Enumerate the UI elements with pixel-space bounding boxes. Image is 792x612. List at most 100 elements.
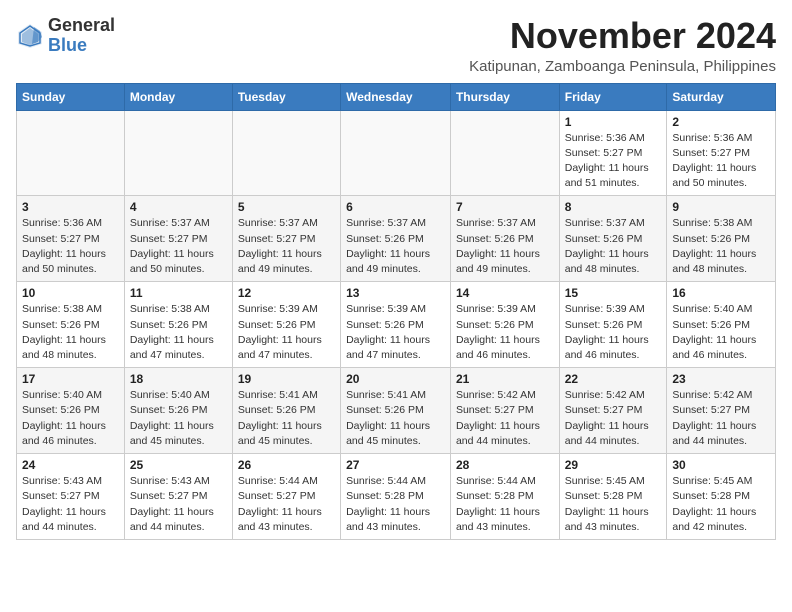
calendar-cell (450, 110, 559, 196)
day-number: 25 (130, 458, 227, 472)
weekday-header-row: SundayMondayTuesdayWednesdayThursdayFrid… (17, 83, 776, 110)
calendar-cell: 7Sunrise: 5:37 AM Sunset: 5:26 PM Daylig… (450, 196, 559, 282)
calendar-cell: 1 Sunrise: 5:36 AM Sunset: 5:27 PM Daylig… (559, 110, 667, 196)
day-info: Sunrise: 5:41 AM Sunset: 5:26 PM Dayligh… (238, 388, 335, 449)
day-info: Sunrise: 5:40 AM Sunset: 5:26 PM Dayligh… (672, 302, 770, 363)
calendar-cell: 17 Sunrise: 5:40 AM Sunset: 5:26 PM Dayli… (17, 368, 125, 454)
day-info: Sunrise: 5:37 AM Sunset: 5:27 PM Dayligh… (130, 216, 227, 277)
day-number: 5 (238, 200, 335, 214)
logo: General Blue (16, 16, 115, 56)
week-row-4: 17 Sunrise: 5:40 AM Sunset: 5:26 PM Dayli… (17, 368, 776, 454)
calendar-cell: 30 Sunrise: 5:45 AM Sunset: 5:28 PM Dayli… (667, 454, 776, 540)
day-info: Sunrise: 5:42 AM Sunset: 5:27 PM Dayligh… (565, 388, 662, 449)
day-number: 26 (238, 458, 335, 472)
day-number: 14 (456, 286, 554, 300)
calendar-cell: 6Sunrise: 5:37 AM Sunset: 5:26 PM Daylig… (341, 196, 451, 282)
week-row-5: 24 Sunrise: 5:43 AM Sunset: 5:27 PM Dayli… (17, 454, 776, 540)
title-area: November 2024 Katipunan, Zamboanga Penin… (469, 16, 776, 75)
day-info: Sunrise: 5:44 AM Sunset: 5:28 PM Dayligh… (346, 474, 445, 535)
day-info: Sunrise: 5:43 AM Sunset: 5:27 PM Dayligh… (22, 474, 119, 535)
day-number: 16 (672, 286, 770, 300)
day-number: 1 (565, 115, 662, 129)
calendar-cell: 18Sunrise: 5:40 AM Sunset: 5:26 PM Dayli… (124, 368, 232, 454)
day-info: Sunrise: 5:37 AM Sunset: 5:26 PM Dayligh… (456, 216, 554, 277)
calendar-cell: 15 Sunrise: 5:39 AM Sunset: 5:26 PM Dayli… (559, 282, 667, 368)
header: General Blue November 2024 Katipunan, Za… (16, 16, 776, 75)
calendar-cell: 23 Sunrise: 5:42 AM Sunset: 5:27 PM Dayli… (667, 368, 776, 454)
subtitle: Katipunan, Zamboanga Peninsula, Philippi… (469, 58, 776, 75)
day-number: 30 (672, 458, 770, 472)
calendar-cell: 3Sunrise: 5:36 AM Sunset: 5:27 PM Daylig… (17, 196, 125, 282)
calendar-cell: 10 Sunrise: 5:38 AM Sunset: 5:26 PM Dayli… (17, 282, 125, 368)
day-number: 24 (22, 458, 119, 472)
calendar-cell: 4 Sunrise: 5:37 AM Sunset: 5:27 PM Daylig… (124, 196, 232, 282)
day-info: Sunrise: 5:36 AM Sunset: 5:27 PM Dayligh… (672, 131, 770, 192)
month-title: November 2024 (469, 16, 776, 56)
logo-general: General (48, 15, 115, 35)
calendar-cell: 24 Sunrise: 5:43 AM Sunset: 5:27 PM Dayli… (17, 454, 125, 540)
calendar-cell: 27 Sunrise: 5:44 AM Sunset: 5:28 PM Dayli… (341, 454, 451, 540)
day-info: Sunrise: 5:42 AM Sunset: 5:27 PM Dayligh… (456, 388, 554, 449)
day-number: 11 (130, 286, 227, 300)
calendar-cell: 28 Sunrise: 5:44 AM Sunset: 5:28 PM Dayli… (450, 454, 559, 540)
day-number: 10 (22, 286, 119, 300)
logo-text: General Blue (48, 16, 115, 56)
day-number: 3 (22, 200, 119, 214)
day-number: 29 (565, 458, 662, 472)
day-info: Sunrise: 5:37 AM Sunset: 5:26 PM Dayligh… (565, 216, 662, 277)
calendar-cell: 9 Sunrise: 5:38 AM Sunset: 5:26 PM Daylig… (667, 196, 776, 282)
calendar-cell: 11 Sunrise: 5:38 AM Sunset: 5:26 PM Dayli… (124, 282, 232, 368)
day-info: Sunrise: 5:39 AM Sunset: 5:26 PM Dayligh… (565, 302, 662, 363)
day-number: 21 (456, 372, 554, 386)
calendar-cell: 14 Sunrise: 5:39 AM Sunset: 5:26 PM Dayli… (450, 282, 559, 368)
day-number: 19 (238, 372, 335, 386)
day-number: 17 (22, 372, 119, 386)
weekday-header-thursday: Thursday (450, 83, 559, 110)
calendar-cell (124, 110, 232, 196)
day-number: 8 (565, 200, 662, 214)
day-info: Sunrise: 5:45 AM Sunset: 5:28 PM Dayligh… (565, 474, 662, 535)
calendar-cell: 12 Sunrise: 5:39 AM Sunset: 5:26 PM Dayli… (232, 282, 340, 368)
calendar-cell: 5 Sunrise: 5:37 AM Sunset: 5:27 PM Daylig… (232, 196, 340, 282)
calendar-cell: 16 Sunrise: 5:40 AM Sunset: 5:26 PM Dayli… (667, 282, 776, 368)
day-info: Sunrise: 5:38 AM Sunset: 5:26 PM Dayligh… (22, 302, 119, 363)
calendar-cell: 19 Sunrise: 5:41 AM Sunset: 5:26 PM Dayli… (232, 368, 340, 454)
calendar-cell: 21 Sunrise: 5:42 AM Sunset: 5:27 PM Dayli… (450, 368, 559, 454)
calendar-cell: 29 Sunrise: 5:45 AM Sunset: 5:28 PM Dayli… (559, 454, 667, 540)
day-info: Sunrise: 5:40 AM Sunset: 5:26 PM Dayligh… (22, 388, 119, 449)
logo-icon (16, 22, 44, 50)
day-info: Sunrise: 5:36 AM Sunset: 5:27 PM Dayligh… (565, 131, 662, 192)
day-info: Sunrise: 5:45 AM Sunset: 5:28 PM Dayligh… (672, 474, 770, 535)
calendar-cell: 22Sunrise: 5:42 AM Sunset: 5:27 PM Dayli… (559, 368, 667, 454)
day-number: 12 (238, 286, 335, 300)
calendar-cell: 26Sunrise: 5:44 AM Sunset: 5:27 PM Dayli… (232, 454, 340, 540)
day-number: 23 (672, 372, 770, 386)
day-info: Sunrise: 5:41 AM Sunset: 5:26 PM Dayligh… (346, 388, 445, 449)
day-info: Sunrise: 5:42 AM Sunset: 5:27 PM Dayligh… (672, 388, 770, 449)
day-number: 28 (456, 458, 554, 472)
day-info: Sunrise: 5:38 AM Sunset: 5:26 PM Dayligh… (130, 302, 227, 363)
weekday-header-sunday: Sunday (17, 83, 125, 110)
calendar-cell (341, 110, 451, 196)
day-info: Sunrise: 5:39 AM Sunset: 5:26 PM Dayligh… (456, 302, 554, 363)
day-info: Sunrise: 5:39 AM Sunset: 5:26 PM Dayligh… (238, 302, 335, 363)
weekday-header-wednesday: Wednesday (341, 83, 451, 110)
calendar-cell: 2Sunrise: 5:36 AM Sunset: 5:27 PM Daylig… (667, 110, 776, 196)
day-number: 15 (565, 286, 662, 300)
day-number: 9 (672, 200, 770, 214)
day-info: Sunrise: 5:37 AM Sunset: 5:26 PM Dayligh… (346, 216, 445, 277)
weekday-header-tuesday: Tuesday (232, 83, 340, 110)
day-info: Sunrise: 5:39 AM Sunset: 5:26 PM Dayligh… (346, 302, 445, 363)
day-info: Sunrise: 5:44 AM Sunset: 5:28 PM Dayligh… (456, 474, 554, 535)
calendar-cell: 20Sunrise: 5:41 AM Sunset: 5:26 PM Dayli… (341, 368, 451, 454)
day-number: 27 (346, 458, 445, 472)
weekday-header-monday: Monday (124, 83, 232, 110)
calendar-cell: 13 Sunrise: 5:39 AM Sunset: 5:26 PM Dayli… (341, 282, 451, 368)
day-number: 4 (130, 200, 227, 214)
day-info: Sunrise: 5:37 AM Sunset: 5:27 PM Dayligh… (238, 216, 335, 277)
week-row-2: 3Sunrise: 5:36 AM Sunset: 5:27 PM Daylig… (17, 196, 776, 282)
day-info: Sunrise: 5:38 AM Sunset: 5:26 PM Dayligh… (672, 216, 770, 277)
day-number: 13 (346, 286, 445, 300)
calendar-cell (232, 110, 340, 196)
calendar-cell: 25Sunrise: 5:43 AM Sunset: 5:27 PM Dayli… (124, 454, 232, 540)
